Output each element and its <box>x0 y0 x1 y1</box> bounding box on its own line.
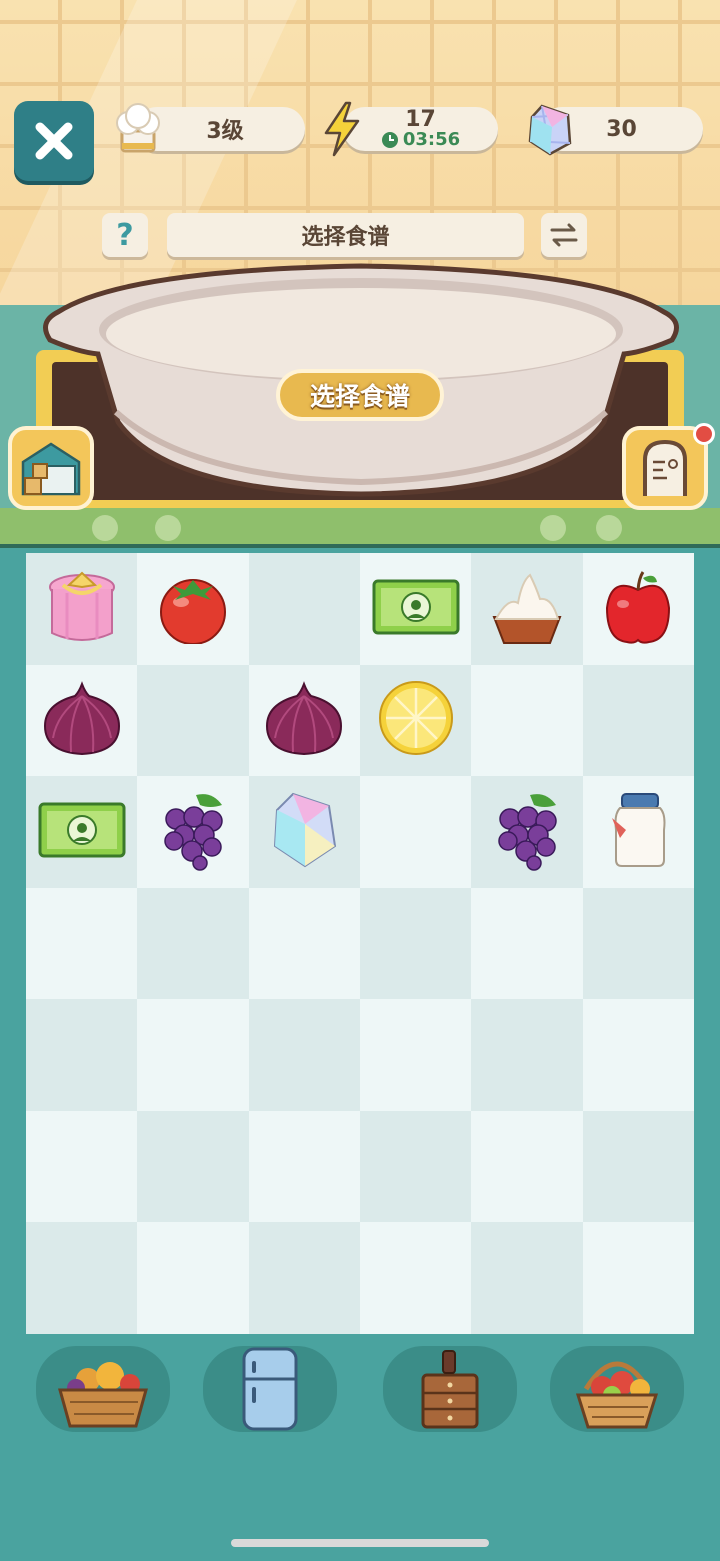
cash-icon[interactable] <box>371 578 461 640</box>
stove-knob <box>92 515 118 541</box>
onion-icon[interactable] <box>41 678 123 762</box>
board-cell[interactable] <box>582 776 694 888</box>
grapes-icon[interactable] <box>490 789 564 875</box>
fruit-basket-button[interactable] <box>550 1346 684 1432</box>
board-cell[interactable] <box>248 999 360 1111</box>
board-cell[interactable] <box>359 664 472 777</box>
board-cell[interactable] <box>248 1222 360 1334</box>
board-cell[interactable] <box>26 887 138 1000</box>
board-cell[interactable] <box>248 1110 360 1223</box>
board-cell[interactable] <box>137 887 249 1000</box>
board-cell[interactable] <box>137 999 249 1111</box>
clock-icon <box>381 132 398 148</box>
stove-knob <box>596 515 622 541</box>
board-cell[interactable] <box>359 553 472 665</box>
board-cell[interactable] <box>26 553 138 665</box>
board-cell[interactable] <box>26 776 138 888</box>
refrigerator-icon <box>242 1347 298 1431</box>
help-label: ? <box>116 217 134 253</box>
notification-dot <box>693 423 715 445</box>
lemon-icon[interactable] <box>376 679 456 761</box>
close-button[interactable] <box>14 101 94 181</box>
gift-box-icon[interactable] <box>45 567 119 651</box>
onion-icon[interactable] <box>263 678 345 762</box>
cash-icon[interactable] <box>37 801 127 863</box>
home-indicator[interactable] <box>231 1539 489 1547</box>
board-cell[interactable] <box>359 776 472 888</box>
board-cell[interactable] <box>582 999 694 1111</box>
board-cell[interactable] <box>582 887 694 1000</box>
board-cell[interactable] <box>137 553 249 665</box>
board-cell[interactable] <box>137 776 249 888</box>
stove-knob <box>540 515 566 541</box>
apple-icon[interactable] <box>601 568 675 650</box>
board-cell[interactable] <box>359 1222 472 1334</box>
stove-knob <box>155 515 181 541</box>
milk-jar-icon[interactable] <box>606 790 670 874</box>
board-cell[interactable] <box>359 999 472 1111</box>
help-button[interactable]: ? <box>102 213 148 257</box>
board-cell[interactable] <box>359 1110 472 1223</box>
grapes-icon[interactable] <box>156 789 230 875</box>
chef-hat-icon <box>116 103 160 153</box>
level-label: 3级 <box>206 119 244 144</box>
crystal-icon[interactable] <box>269 790 339 874</box>
energy-display: 17 03:56 <box>343 107 498 151</box>
board-cell[interactable] <box>582 1110 694 1223</box>
tomato-icon[interactable] <box>155 570 231 648</box>
board-cell[interactable] <box>248 553 360 665</box>
board-cell[interactable] <box>471 553 583 665</box>
recipe-title-bar[interactable]: 选择食谱 <box>167 213 524 257</box>
menu-board-icon <box>643 439 687 496</box>
board-cell[interactable] <box>471 776 583 888</box>
board-cell[interactable] <box>248 887 360 1000</box>
warehouse-button[interactable] <box>8 426 94 510</box>
board-cell[interactable] <box>471 1110 583 1223</box>
fruit-basket-icon <box>575 1361 659 1429</box>
cabinet-button[interactable] <box>383 1346 517 1432</box>
board-cell[interactable] <box>248 776 360 888</box>
recipe-title: 选择食谱 <box>301 225 390 250</box>
board-cell[interactable] <box>471 1222 583 1334</box>
board-cell[interactable] <box>582 664 694 777</box>
board-cell[interactable] <box>26 664 138 777</box>
warehouse-icon <box>21 442 81 496</box>
lightning-icon <box>324 101 360 157</box>
switch-recipe-button[interactable] <box>541 213 587 257</box>
board-cell[interactable] <box>26 999 138 1111</box>
cream-icon[interactable] <box>488 567 566 651</box>
board-cell[interactable] <box>137 664 249 777</box>
board-cell[interactable] <box>471 664 583 777</box>
board-cell[interactable] <box>471 999 583 1111</box>
board-cell[interactable] <box>137 1222 249 1334</box>
close-x-icon <box>35 122 73 160</box>
board-cell[interactable] <box>26 1110 138 1223</box>
vegetable-basket-icon <box>58 1362 148 1428</box>
refrigerator-button[interactable] <box>203 1346 337 1432</box>
board-cell[interactable] <box>137 1110 249 1223</box>
crystal-gem-icon <box>528 104 572 156</box>
choose-recipe-button[interactable]: 选择食谱 <box>276 369 444 421</box>
energy-timer: 03:56 <box>402 129 461 150</box>
board-cell[interactable] <box>471 887 583 1000</box>
board-cell[interactable] <box>26 1222 138 1334</box>
choose-recipe-label: 选择食谱 <box>309 382 410 411</box>
gems-value: 30 <box>606 116 637 142</box>
swap-arrows-icon <box>550 223 578 247</box>
board-cell[interactable] <box>359 887 472 1000</box>
merge-board <box>26 553 694 1334</box>
board-cell[interactable] <box>582 1222 694 1334</box>
vegetable-basket-button[interactable] <box>36 1346 170 1432</box>
cabinet-icon <box>421 1350 479 1429</box>
board-cell[interactable] <box>582 553 694 665</box>
energy-value: 17 <box>405 107 436 132</box>
board-cell[interactable] <box>248 664 360 777</box>
